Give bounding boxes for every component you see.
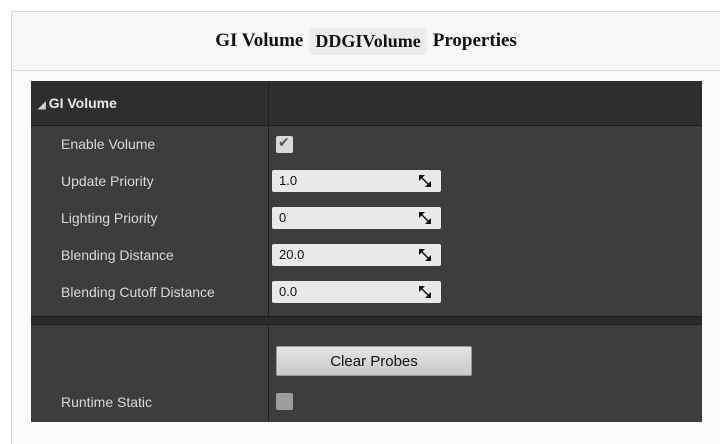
property-row-blending-distance: Blending Distance 20.0 bbox=[31, 237, 702, 274]
blending-distance-field[interactable]: 20.0 bbox=[272, 244, 441, 266]
category-header[interactable]: ◢ GI Volume bbox=[31, 81, 702, 126]
property-row-enable-volume: Enable Volume ✔ bbox=[31, 126, 702, 163]
property-row-lighting-priority: Lighting Priority 0 bbox=[31, 200, 702, 237]
property-label: Blending Cutoff Distance bbox=[61, 284, 215, 300]
field-value: 1.0 bbox=[279, 173, 298, 188]
field-value: 20.0 bbox=[279, 247, 305, 262]
details-panel: ◢ GI Volume Enable Volume ✔ Update Priori… bbox=[31, 81, 702, 422]
runtime-static-label: Runtime Static bbox=[61, 394, 153, 410]
drag-resize-icon[interactable] bbox=[419, 286, 431, 298]
triangle-down-icon[interactable]: ◢ bbox=[38, 100, 46, 111]
enable-volume-checkbox[interactable]: ✔ bbox=[276, 135, 293, 153]
section-separator bbox=[31, 316, 702, 325]
field-value: 0 bbox=[279, 210, 287, 225]
drag-resize-icon[interactable] bbox=[419, 212, 431, 224]
property-row-blending-cutoff-distance: Blending Cutoff Distance 0.0 bbox=[31, 274, 702, 311]
property-label: Enable Volume bbox=[61, 136, 156, 152]
drag-resize-icon[interactable] bbox=[419, 249, 431, 261]
category-label-wrap: ◢ GI Volume bbox=[38, 95, 117, 111]
column-divider[interactable] bbox=[268, 325, 269, 422]
title-prefix: GI Volume bbox=[215, 30, 304, 51]
property-label: Update Priority bbox=[61, 173, 154, 189]
title-class-code: DDGIVolume bbox=[309, 27, 427, 55]
lighting-priority-field[interactable]: 0 bbox=[272, 207, 441, 229]
category-label: GI Volume bbox=[48, 95, 117, 111]
property-label: Lighting Priority bbox=[61, 210, 158, 226]
blending-cutoff-distance-field[interactable]: 0.0 bbox=[272, 281, 441, 303]
runtime-static-checkbox[interactable] bbox=[276, 393, 293, 410]
clear-probes-button[interactable]: Clear Probes bbox=[276, 346, 472, 376]
page-title: GI Volume DDGIVolume Properties bbox=[12, 12, 720, 71]
field-value: 0.0 bbox=[279, 284, 298, 299]
update-priority-field[interactable]: 1.0 bbox=[272, 170, 441, 192]
drag-resize-icon[interactable] bbox=[419, 175, 431, 187]
property-row-update-priority: Update Priority 1.0 bbox=[31, 163, 702, 200]
checkmark-icon: ✔ bbox=[278, 135, 290, 151]
title-suffix: Properties bbox=[432, 30, 517, 51]
property-label: Blending Distance bbox=[61, 247, 174, 263]
